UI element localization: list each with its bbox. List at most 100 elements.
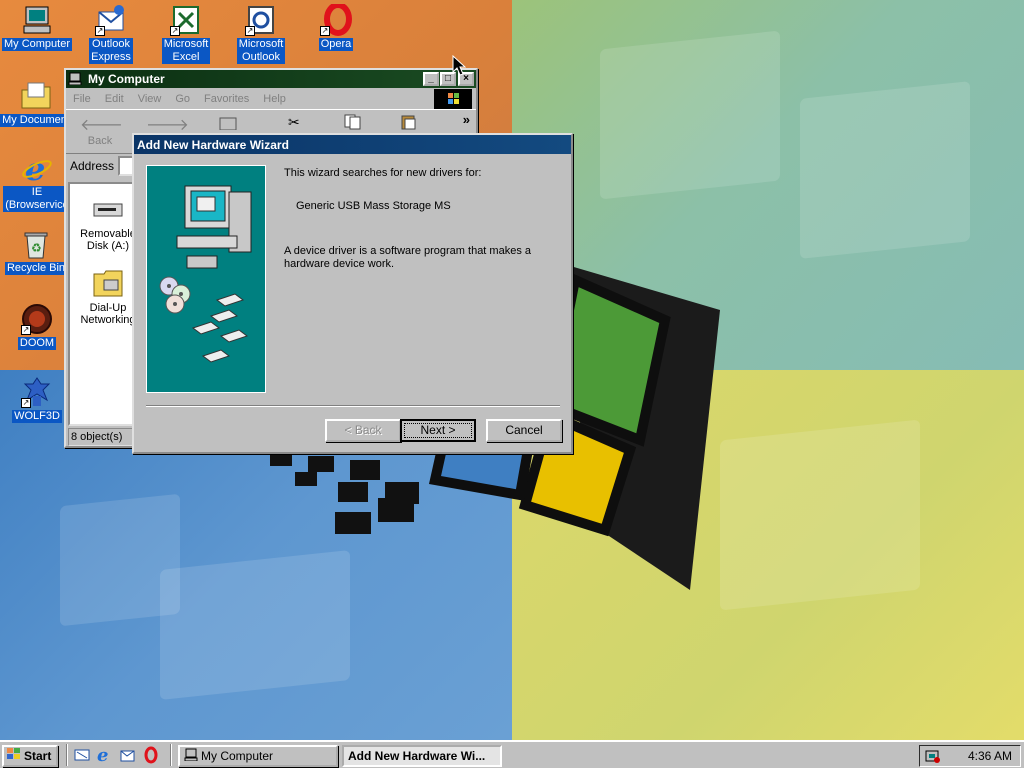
item-label: Removable Disk (A:) bbox=[80, 228, 136, 252]
desktop-icon-wolf3d[interactable]: ↗ WOLF3D bbox=[1, 376, 73, 423]
my-computer-titlebar[interactable]: My Computer _ □ × bbox=[66, 70, 476, 88]
task-label: My Computer bbox=[201, 749, 274, 763]
menu-view[interactable]: View bbox=[138, 93, 162, 105]
opera-icon: ↗ bbox=[320, 2, 352, 36]
show-desktop-icon bbox=[74, 749, 90, 766]
add-hardware-wizard-dialog[interactable]: Add New Hardware Wizard This wizard sear… bbox=[132, 133, 573, 454]
desktop-icon-label: Outlook Express bbox=[89, 38, 133, 64]
item-removable-disk[interactable]: Removable Disk (A:) bbox=[78, 198, 138, 252]
windows-throbber-icon bbox=[434, 89, 472, 109]
wizard-separator bbox=[146, 405, 560, 407]
svg-text:♻: ♻ bbox=[31, 241, 42, 255]
next-button[interactable]: Next > bbox=[400, 419, 476, 442]
desktop-icon-opera[interactable]: ↗ Opera bbox=[300, 2, 372, 51]
wizard-intro-text: This wizard searches for new drivers for… bbox=[284, 167, 482, 179]
copy-button[interactable] bbox=[344, 114, 368, 132]
start-button[interactable]: Start bbox=[2, 745, 58, 767]
minimize-button[interactable]: _ bbox=[423, 72, 439, 86]
outlook-icon: ↗ bbox=[245, 4, 277, 36]
desktop-icon-my-computer[interactable]: My Computer bbox=[1, 4, 73, 51]
cut-icon: ✂ bbox=[288, 114, 300, 130]
desktop-icon-excel[interactable]: ↗ Microsoft Excel bbox=[150, 4, 222, 64]
menu-edit[interactable]: Edit bbox=[105, 93, 124, 105]
copy-icon bbox=[344, 114, 362, 133]
hardware-tray-icon[interactable] bbox=[925, 748, 941, 767]
wallpaper-tile bbox=[720, 419, 920, 611]
cut-button[interactable]: ✂ bbox=[288, 114, 312, 132]
shortcut-arrow-icon: ↗ bbox=[95, 26, 105, 36]
up-folder-icon bbox=[216, 117, 240, 133]
clock[interactable]: 4:36 AM bbox=[968, 748, 1012, 764]
quicklaunch-opera[interactable] bbox=[143, 746, 161, 764]
wallpaper-tile bbox=[600, 30, 780, 200]
excel-icon: ↗ bbox=[170, 4, 202, 36]
doom-icon: ↗ bbox=[21, 303, 53, 335]
desktop-icon-label: My Computer bbox=[1, 38, 73, 51]
back-arrow-icon: 🡐 bbox=[80, 117, 123, 134]
wizard-body: This wizard searches for new drivers for… bbox=[284, 167, 564, 271]
system-tray: 4:36 AM bbox=[919, 745, 1021, 767]
paste-button[interactable] bbox=[400, 114, 424, 132]
ie-icon: e bbox=[97, 745, 109, 766]
task-label: Add New Hardware Wi... bbox=[348, 749, 486, 763]
recycle-bin-icon: ♻ bbox=[20, 228, 52, 260]
my-documents-icon bbox=[20, 80, 52, 112]
back-label: Back bbox=[87, 135, 113, 147]
quick-launch-divider bbox=[66, 744, 68, 766]
window-title: My Computer bbox=[88, 72, 165, 86]
quicklaunch-ie[interactable]: e bbox=[97, 745, 115, 766]
computer-hardware-icon bbox=[159, 185, 252, 363]
desktop-icon-recycle-bin[interactable]: ♻ Recycle Bin bbox=[0, 228, 72, 275]
forward-arrow-icon: 🡒 bbox=[146, 117, 189, 134]
task-my-computer[interactable]: My Computer bbox=[178, 745, 338, 767]
item-label: Dial-Up Networking bbox=[80, 302, 136, 326]
quicklaunch-show-desktop[interactable] bbox=[74, 747, 92, 765]
start-label: Start bbox=[24, 749, 52, 763]
up-folder-button[interactable] bbox=[216, 114, 246, 132]
desktop-icon-label: Microsoft Excel bbox=[161, 38, 211, 64]
desktop-icon-label: My Document bbox=[0, 114, 72, 127]
quicklaunch-outlook-express[interactable] bbox=[120, 747, 138, 765]
wolf3d-icon: ↗ bbox=[21, 376, 53, 408]
opera-icon bbox=[143, 746, 159, 767]
forward-button[interactable]: 🡒 bbox=[146, 114, 189, 135]
device-name: Generic USB Mass Storage MS bbox=[296, 200, 451, 212]
address-label: Address bbox=[70, 159, 115, 173]
dial-up-networking-icon bbox=[78, 268, 138, 302]
shortcut-arrow-icon: ↗ bbox=[170, 26, 180, 36]
desktop-icon-label: DOOM bbox=[17, 337, 57, 350]
windows-flag-icon bbox=[6, 747, 22, 765]
shortcut-arrow-icon: ↗ bbox=[21, 398, 31, 408]
desktop-icon-ie[interactable]: e IE (Browservice bbox=[1, 150, 73, 212]
item-dial-up-networking[interactable]: Dial-Up Networking bbox=[78, 268, 138, 326]
my-computer-icon bbox=[184, 748, 198, 765]
wizard-description: A device driver is a software program th… bbox=[284, 245, 564, 271]
desktop-icon-outlook-express[interactable]: ↗ Outlook Express bbox=[75, 4, 147, 64]
cancel-button[interactable]: Cancel bbox=[486, 419, 562, 442]
menu-favorites[interactable]: Favorites bbox=[204, 93, 249, 105]
task-divider bbox=[170, 744, 172, 766]
menu-help[interactable]: Help bbox=[263, 93, 286, 105]
wallpaper-tile bbox=[60, 493, 180, 627]
my-computer-icon bbox=[21, 4, 53, 36]
desktop-icon-outlook[interactable]: ↗ Microsoft Outlook bbox=[225, 4, 297, 64]
desktop-icon-label: Microsoft Outlook bbox=[236, 38, 286, 64]
desktop-icon-my-documents[interactable]: My Document bbox=[0, 80, 72, 127]
back-button[interactable]: < Back bbox=[325, 419, 401, 442]
outlook-express-icon: ↗ bbox=[95, 4, 127, 36]
wizard-titlebar[interactable]: Add New Hardware Wizard bbox=[134, 135, 571, 154]
toolbar-chevron-icon[interactable]: » bbox=[463, 112, 470, 127]
shortcut-arrow-icon: ↗ bbox=[245, 26, 255, 36]
desktop-icon-label: Recycle Bin bbox=[4, 262, 68, 275]
wizard-illustration bbox=[146, 165, 266, 393]
back-button[interactable]: 🡐 Back bbox=[80, 114, 123, 147]
desktop-icon-doom[interactable]: ↗ DOOM bbox=[1, 303, 73, 350]
shortcut-arrow-icon: ↗ bbox=[320, 26, 330, 36]
taskbar: Start e My Computer Add New Hardware Wi.… bbox=[0, 740, 1024, 768]
menu-file[interactable]: File bbox=[73, 93, 91, 105]
menu-go[interactable]: Go bbox=[175, 93, 190, 105]
task-add-new-hardware-wizard[interactable]: Add New Hardware Wi... bbox=[342, 745, 502, 767]
desktop-icon-label: Opera bbox=[318, 38, 354, 51]
status-text: 8 object(s) bbox=[71, 431, 123, 443]
outlook-express-icon bbox=[120, 750, 136, 766]
